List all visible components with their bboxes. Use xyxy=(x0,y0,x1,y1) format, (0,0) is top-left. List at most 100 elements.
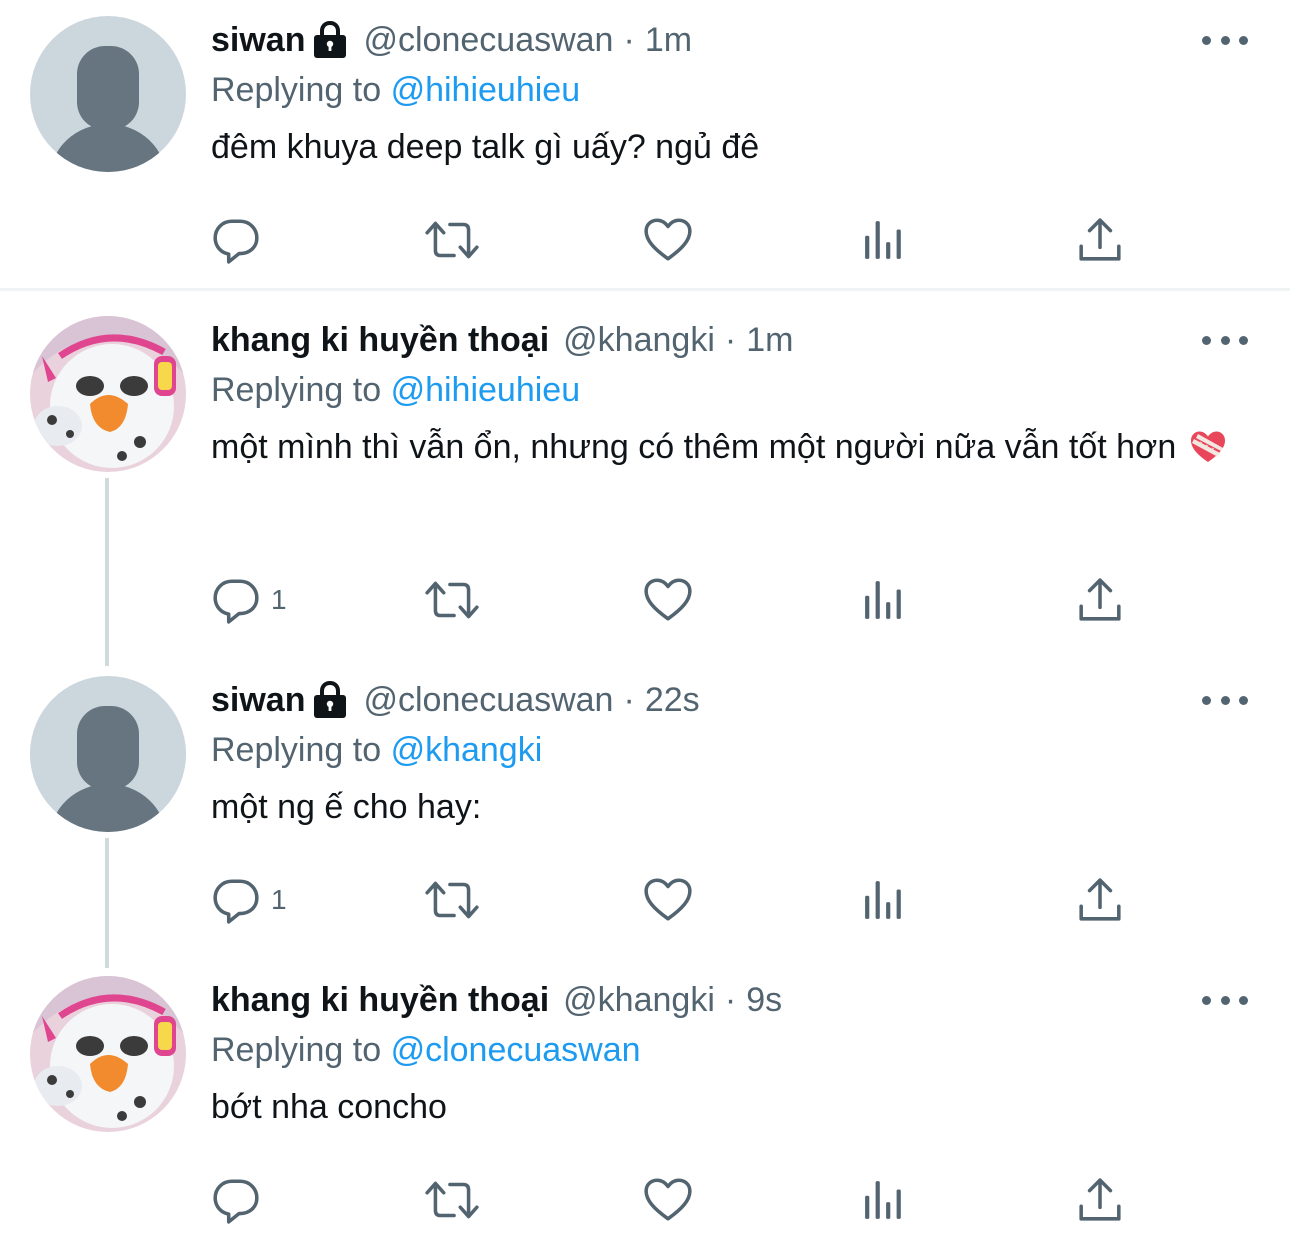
views-button[interactable] xyxy=(863,1172,905,1228)
user-handle[interactable]: @khangki xyxy=(563,976,715,1024)
reply-button[interactable] xyxy=(211,1172,271,1228)
reply-count: 1 xyxy=(271,584,287,615)
tweet-text: bớt nha concho xyxy=(211,1088,447,1126)
tweet-actions xyxy=(211,1172,1131,1228)
reply-button[interactable] xyxy=(211,212,271,268)
share-icon xyxy=(1077,1177,1123,1223)
lock-icon xyxy=(311,680,349,720)
share-button[interactable] xyxy=(1077,572,1123,628)
share-button[interactable] xyxy=(1077,1172,1123,1228)
share-button[interactable] xyxy=(1077,212,1123,268)
reply-icon xyxy=(211,215,261,265)
retweet-button[interactable] xyxy=(423,872,481,928)
avatar[interactable] xyxy=(30,976,186,1132)
tweet-actions xyxy=(211,212,1131,268)
like-button[interactable] xyxy=(643,1172,693,1228)
mention-link[interactable]: @clonecuaswan xyxy=(391,1031,641,1069)
like-icon xyxy=(643,215,693,265)
replying-to: Replying to @hihieuhieu xyxy=(211,66,1250,114)
default-avatar-icon xyxy=(30,676,186,832)
separator: · xyxy=(724,981,737,1019)
retweet-icon xyxy=(423,575,481,625)
share-icon xyxy=(1077,217,1123,263)
like-button[interactable] xyxy=(643,212,693,268)
views-button[interactable] xyxy=(863,872,905,928)
timestamp[interactable]: 1m xyxy=(746,316,793,364)
retweet-icon xyxy=(423,215,481,265)
thread-connector xyxy=(105,838,109,968)
mention-link[interactable]: @khangki xyxy=(391,731,543,769)
tweet-text: một ng ế cho hay: xyxy=(211,788,482,826)
replying-prefix: Replying to xyxy=(211,1031,382,1069)
reply-button[interactable]: 1 xyxy=(211,872,287,928)
separator: · xyxy=(623,681,635,719)
separator: · xyxy=(623,21,635,59)
replying-to: Replying to @hihieuhieu xyxy=(211,366,1250,414)
display-name[interactable]: siwan xyxy=(211,16,305,64)
reply-icon xyxy=(211,875,261,925)
timestamp[interactable]: 22s xyxy=(645,676,700,724)
share-icon xyxy=(1077,877,1123,923)
avatar[interactable] xyxy=(30,676,186,832)
replying-to: Replying to @khangki xyxy=(211,726,1250,774)
thread-connector xyxy=(105,478,109,666)
avatar[interactable] xyxy=(30,16,186,172)
reply-button[interactable]: 1 xyxy=(211,572,287,628)
more-icon[interactable] xyxy=(1202,690,1248,710)
tweet-header: siwan @clonecuaswan · 22s xyxy=(211,676,1250,724)
more-icon[interactable] xyxy=(1202,990,1248,1010)
reply-count: 1 xyxy=(271,884,287,915)
like-button[interactable] xyxy=(643,872,693,928)
tweet-header: khang ki huyền thoại @khangki · 9s xyxy=(211,976,1250,1024)
share-icon xyxy=(1077,577,1123,623)
retweet-button[interactable] xyxy=(423,212,481,268)
more-icon[interactable] xyxy=(1202,30,1248,50)
retweet-icon xyxy=(423,875,481,925)
reply-icon xyxy=(211,1175,261,1225)
tweet-text: một mình thì vẫn ổn, nhưng có thêm một n… xyxy=(211,428,1177,466)
like-icon xyxy=(643,1175,693,1225)
reply-icon xyxy=(211,575,261,625)
user-handle[interactable]: @clonecuaswan xyxy=(363,676,613,724)
mention-link[interactable]: @hihieuhieu xyxy=(391,71,581,109)
display-name[interactable]: khang ki huyền thoại xyxy=(211,316,549,364)
mending-heart-emoji-icon xyxy=(1190,430,1226,464)
views-icon xyxy=(863,579,905,621)
user-handle[interactable]: @khangki xyxy=(563,316,715,364)
views-button[interactable] xyxy=(863,212,905,268)
display-name[interactable]: siwan xyxy=(211,676,305,724)
replying-prefix: Replying to xyxy=(211,731,382,769)
avatar[interactable] xyxy=(30,316,186,472)
plush-duck-avatar-icon xyxy=(30,976,186,1132)
views-icon xyxy=(863,1179,905,1221)
tweet-divider xyxy=(0,288,1290,291)
views-button[interactable] xyxy=(863,572,905,628)
tweet-actions: 1 xyxy=(211,872,1131,928)
timestamp[interactable]: 1m xyxy=(645,16,692,64)
separator: · xyxy=(724,321,737,359)
replying-prefix: Replying to xyxy=(211,71,382,109)
replying-prefix: Replying to xyxy=(211,371,382,409)
lock-icon xyxy=(311,20,349,60)
more-icon[interactable] xyxy=(1202,330,1248,350)
retweet-button[interactable] xyxy=(423,572,481,628)
share-button[interactable] xyxy=(1077,872,1123,928)
views-icon xyxy=(863,219,905,261)
retweet-button[interactable] xyxy=(423,1172,481,1228)
tweet-text: đêm khuya deep talk gì uấy? ngủ đê xyxy=(211,128,760,166)
mention-link[interactable]: @hihieuhieu xyxy=(391,371,581,409)
replying-to: Replying to @clonecuaswan xyxy=(211,1026,1250,1074)
plush-duck-avatar-icon xyxy=(30,316,186,472)
timestamp[interactable]: 9s xyxy=(746,976,782,1024)
tweet-header: siwan @clonecuaswan · 1m xyxy=(211,16,1250,64)
retweet-icon xyxy=(423,1175,481,1225)
views-icon xyxy=(863,879,905,921)
like-icon xyxy=(643,875,693,925)
tweet-text-container: một mình thì vẫn ổn, nhưng có thêm một n… xyxy=(211,420,1250,474)
tweet-header: khang ki huyền thoại @khangki · 1m xyxy=(211,316,1250,364)
default-avatar-icon xyxy=(30,16,186,172)
like-icon xyxy=(643,575,693,625)
display-name[interactable]: khang ki huyền thoại xyxy=(211,976,549,1024)
like-button[interactable] xyxy=(643,572,693,628)
user-handle[interactable]: @clonecuaswan xyxy=(363,16,613,64)
